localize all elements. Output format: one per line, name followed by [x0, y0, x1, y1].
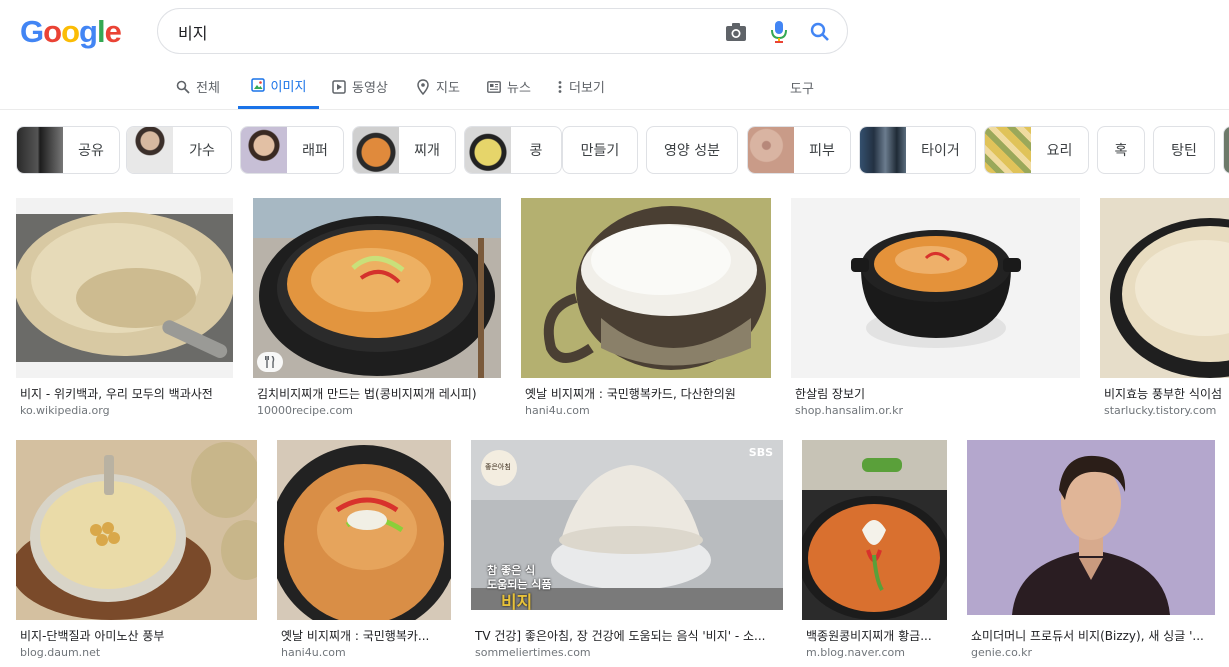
chip-singer[interactable]: 가수 — [126, 126, 232, 174]
result-title[interactable]: 비지-단백질과 아미노산 풍부 — [20, 627, 258, 644]
result-title[interactable]: 비지효능 풍부한 식이섬 — [1104, 385, 1229, 402]
result-domain: 10000recipe.com — [257, 404, 353, 417]
result-title[interactable]: TV 건강] 좋은아침, 장 건강에 도움되는 음식 '비지' - 소... — [475, 627, 781, 644]
chip-thumbnail — [241, 127, 287, 173]
chip-rapper[interactable]: 래퍼 — [240, 126, 344, 174]
map-pin-icon — [416, 78, 430, 95]
tools-button[interactable]: 도구 — [790, 78, 814, 97]
image-icon — [250, 78, 265, 92]
result-image[interactable] — [802, 440, 947, 620]
chip-thumbnail — [465, 127, 511, 173]
program-logo: 좋은아침 — [485, 463, 511, 471]
search-icon — [176, 80, 190, 94]
result-title[interactable]: 옛날 비지찌개 : 국민행복카드, 다산한의원 — [525, 385, 773, 402]
chip-nutrition[interactable]: 영양 성분 — [646, 126, 738, 174]
result-domain: starlucky.tistory.com — [1104, 404, 1217, 417]
result-domain: ko.wikipedia.org — [20, 404, 110, 417]
chip-thumbnail — [353, 127, 399, 173]
result-title[interactable]: 김치비지찌개 만드는 법(콩비지찌개 레시피) — [257, 385, 503, 402]
result-domain: genie.co.kr — [971, 646, 1033, 659]
result-image[interactable]: SBS 좋은아침 참 좋은 식 도움되는 식품 비지 — [471, 440, 783, 610]
play-icon — [332, 79, 346, 94]
result-card[interactable]: 비지-단백질과 아미노산 풍부 blog.daum.net — [16, 440, 259, 667]
chip-tangtin[interactable]: 탕틴 — [1153, 126, 1215, 174]
result-domain: sommeliertimes.com — [475, 646, 591, 659]
chip-thumbnail — [748, 127, 794, 173]
news-icon — [487, 80, 501, 94]
chip-gongyu[interactable]: 공유 — [16, 126, 120, 174]
tab-videos[interactable]: 동영상 — [332, 64, 388, 109]
overlay-caption-big: 비지 — [501, 593, 533, 610]
result-title[interactable]: 비지 - 위키백과, 우리 모두의 백과사전 — [20, 385, 234, 402]
result-card[interactable]: 쇼미더머니 프로듀서 비지(Bizzy), 새 싱글 '... genie.co… — [967, 440, 1217, 667]
result-image[interactable] — [521, 198, 771, 378]
chip-make[interactable]: 만들기 — [562, 126, 638, 174]
chip-cooking[interactable]: 요리 — [984, 126, 1089, 174]
tab-news[interactable]: 뉴스 — [487, 64, 531, 109]
search-icon[interactable] — [808, 20, 832, 44]
related-chips: 공유 가수 래퍼 찌개 콩 만들기 영양 성분 피부 타이거 요리 혹 탕틴 — [16, 126, 1229, 174]
result-image[interactable] — [791, 198, 1080, 378]
chip-stew[interactable]: 찌개 — [352, 126, 456, 174]
result-image[interactable] — [16, 198, 233, 378]
fork-knife-icon — [265, 356, 275, 368]
tab-all[interactable]: 전체 — [176, 64, 220, 109]
result-title[interactable]: 백종원콩비지찌개 황금... — [806, 627, 949, 644]
chip-thumbnail — [860, 127, 906, 173]
chip-bean[interactable]: 콩 — [464, 126, 562, 174]
more-vertical-icon — [557, 80, 563, 94]
search-box — [157, 8, 848, 54]
chip-thumbnail — [985, 127, 1031, 173]
result-domain: shop.hansalim.or.kr — [795, 404, 904, 417]
result-title[interactable]: 쇼미더머니 프로듀서 비지(Bizzy), 새 싱글 '... — [971, 627, 1217, 644]
result-domain: blog.daum.net — [20, 646, 101, 659]
result-domain: hani4u.com — [525, 404, 590, 417]
tab-more[interactable]: 더보기 — [557, 64, 605, 109]
result-title[interactable]: 옛날 비지찌개 : 국민행복카... — [281, 627, 453, 644]
microphone-icon[interactable] — [767, 20, 791, 44]
result-card[interactable]: 옛날 비지찌개 : 국민행복카... hani4u.com — [277, 440, 453, 667]
chip-lump[interactable]: 혹 — [1097, 126, 1145, 174]
result-image[interactable] — [967, 440, 1215, 615]
result-card[interactable]: 옛날 비지찌개 : 국민행복카드, 다산한의원 hani4u.com — [521, 198, 773, 423]
chip-thumbnail — [127, 127, 173, 173]
result-card[interactable]: 비지 - 위키백과, 우리 모두의 백과사전 ko.wikipedia.org — [16, 198, 236, 423]
result-domain: m.blog.naver.com — [806, 646, 905, 659]
result-domain: hani4u.com — [281, 646, 346, 659]
result-card[interactable]: 한살림 장보기 shop.hansalim.or.kr — [791, 198, 1083, 423]
google-logo[interactable]: Google — [20, 14, 122, 50]
result-card[interactable]: 백종원콩비지찌개 황금... m.blog.naver.com — [802, 440, 949, 667]
chip-thumbnail — [17, 127, 63, 173]
chip-tiger[interactable]: 타이거 — [859, 126, 976, 174]
result-card[interactable]: 김치비지찌개 만드는 법(콩비지찌개 레시피) 10000recipe.com — [253, 198, 503, 423]
result-card[interactable]: SBS 좋은아침 참 좋은 식 도움되는 식품 비지 TV 건강] 좋은아침, … — [471, 440, 785, 667]
result-image[interactable] — [1100, 198, 1229, 378]
search-tabs: 전체 이미지 동영상 지도 뉴스 더보기 도구 — [0, 64, 1229, 110]
result-title[interactable]: 한살림 장보기 — [795, 385, 1075, 402]
result-image[interactable] — [16, 440, 257, 620]
search-input[interactable] — [178, 20, 698, 44]
chip-partial[interactable] — [1223, 126, 1229, 174]
tab-images[interactable]: 이미지 — [238, 64, 319, 109]
camera-icon[interactable] — [724, 20, 748, 44]
chip-thumbnail — [1224, 127, 1229, 173]
sbs-watermark: SBS — [748, 446, 773, 459]
chip-skin[interactable]: 피부 — [747, 126, 851, 174]
recipe-badge — [257, 352, 283, 372]
tab-maps[interactable]: 지도 — [416, 64, 460, 109]
result-card[interactable]: 비지효능 풍부한 식이섬 starlucky.tistory.com — [1100, 198, 1229, 423]
result-image[interactable] — [253, 198, 501, 378]
result-image[interactable] — [277, 440, 451, 620]
